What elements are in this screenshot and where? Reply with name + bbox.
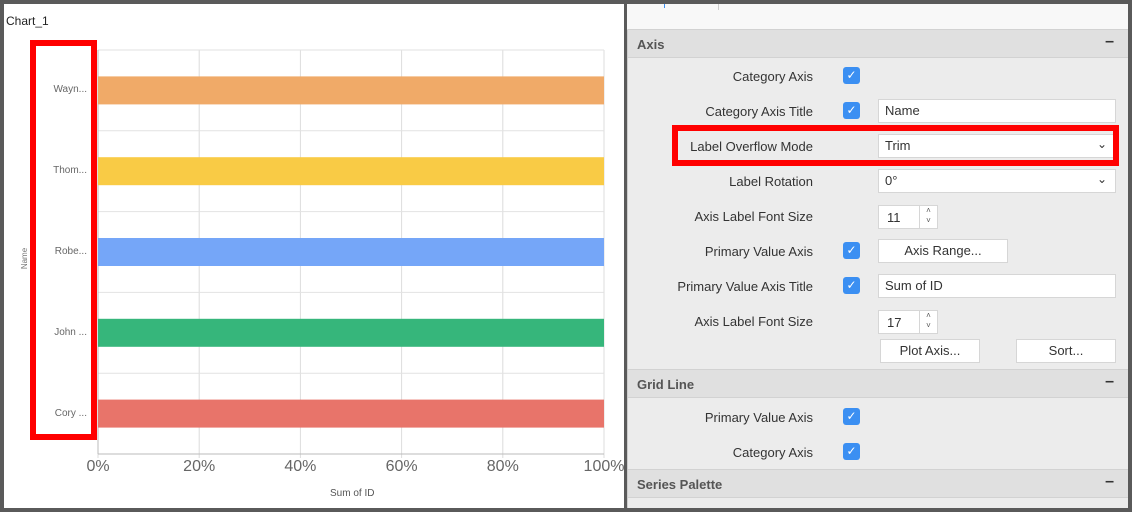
grid-category-axis-checkbox[interactable]: ✓ bbox=[843, 443, 860, 460]
collapse-icon[interactable]: – bbox=[1105, 33, 1114, 51]
plot-axis-button[interactable]: Plot Axis... bbox=[880, 339, 980, 363]
bar[interactable] bbox=[98, 157, 604, 186]
section-title: Series Palette bbox=[637, 477, 723, 492]
category-axis-title-label: Category Axis Title bbox=[705, 104, 813, 119]
y-axis-title: Name bbox=[20, 247, 30, 270]
bar[interactable] bbox=[98, 238, 604, 266]
val-font-size-label: Axis Label Font Size bbox=[694, 314, 813, 329]
grid-primary-value-axis-checkbox[interactable]: ✓ bbox=[843, 408, 860, 425]
sort-button[interactable]: Sort... bbox=[1016, 339, 1116, 363]
chevron-up-icon[interactable]: ˄ bbox=[920, 311, 937, 321]
category-axis-checkbox[interactable]: ✓ bbox=[843, 67, 860, 84]
bar[interactable] bbox=[98, 399, 604, 428]
primary-value-axis-title-label: Primary Value Axis Title bbox=[677, 279, 813, 294]
section-grid-line[interactable]: Grid Line – bbox=[628, 369, 1128, 398]
chevron-down-icon[interactable]: ˅ bbox=[920, 321, 937, 331]
x-axis-title: Sum of ID bbox=[330, 488, 375, 499]
label-rotation-label: Label Rotation bbox=[729, 174, 813, 189]
stepper-value: 17 bbox=[887, 315, 902, 330]
primary-value-axis-title-checkbox[interactable]: ✓ bbox=[843, 277, 860, 294]
highlight-box-overflow bbox=[672, 125, 1119, 166]
x-tick-label: 60% bbox=[385, 458, 418, 475]
axis-range-button[interactable]: Axis Range... bbox=[878, 239, 1008, 263]
label-rotation-select[interactable]: 0° ⌄ bbox=[878, 169, 1116, 193]
category-axis-label: Category Axis bbox=[732, 69, 813, 84]
cat-font-size-label: Axis Label Font Size bbox=[694, 209, 813, 224]
grid-category-axis-label: Category Axis bbox=[732, 445, 813, 460]
x-tick-label: 0% bbox=[86, 458, 110, 475]
collapse-icon[interactable]: – bbox=[1105, 373, 1114, 391]
section-axis[interactable]: Axis – bbox=[628, 29, 1128, 58]
selected-value: 0° bbox=[885, 173, 898, 188]
x-tick-label: 20% bbox=[183, 458, 216, 475]
primary-value-axis-title-input[interactable]: Sum of ID bbox=[878, 274, 1116, 298]
category-axis-title-input[interactable]: Name bbox=[878, 99, 1116, 123]
grid-primary-value-axis-label: Primary Value Axis bbox=[704, 410, 813, 425]
x-tick-label: 80% bbox=[486, 458, 519, 475]
stepper-arrows[interactable]: ˄ ˅ bbox=[919, 311, 937, 333]
category-axis-title-checkbox[interactable]: ✓ bbox=[843, 102, 860, 119]
collapse-icon[interactable]: – bbox=[1105, 473, 1114, 491]
x-tick-label: 100% bbox=[583, 458, 625, 475]
val-font-size-stepper[interactable]: 17 ˄ ˅ bbox=[878, 310, 938, 334]
chevron-down-icon: ⌄ bbox=[1096, 172, 1107, 186]
chevron-down-icon[interactable]: ˅ bbox=[920, 216, 937, 226]
chevron-up-icon[interactable]: ˄ bbox=[920, 206, 937, 216]
stepper-arrows[interactable]: ˄ ˅ bbox=[919, 206, 937, 228]
highlight-box-labels bbox=[30, 40, 97, 440]
tab-divider bbox=[718, 4, 719, 10]
cat-font-size-stepper[interactable]: 11 ˄ ˅ bbox=[878, 205, 938, 229]
stepper-value: 11 bbox=[887, 210, 901, 225]
primary-value-axis-checkbox[interactable]: ✓ bbox=[843, 242, 860, 259]
tab-indicator bbox=[664, 4, 665, 8]
section-series-palette[interactable]: Series Palette – bbox=[628, 469, 1128, 498]
panel-tabs-strip bbox=[627, 4, 1128, 30]
section-title: Grid Line bbox=[637, 377, 695, 392]
section-title: Axis bbox=[637, 37, 665, 52]
primary-value-axis-label: Primary Value Axis bbox=[704, 244, 813, 259]
bar[interactable] bbox=[98, 76, 604, 105]
x-tick-label: 40% bbox=[284, 458, 317, 475]
bar[interactable] bbox=[98, 318, 604, 347]
